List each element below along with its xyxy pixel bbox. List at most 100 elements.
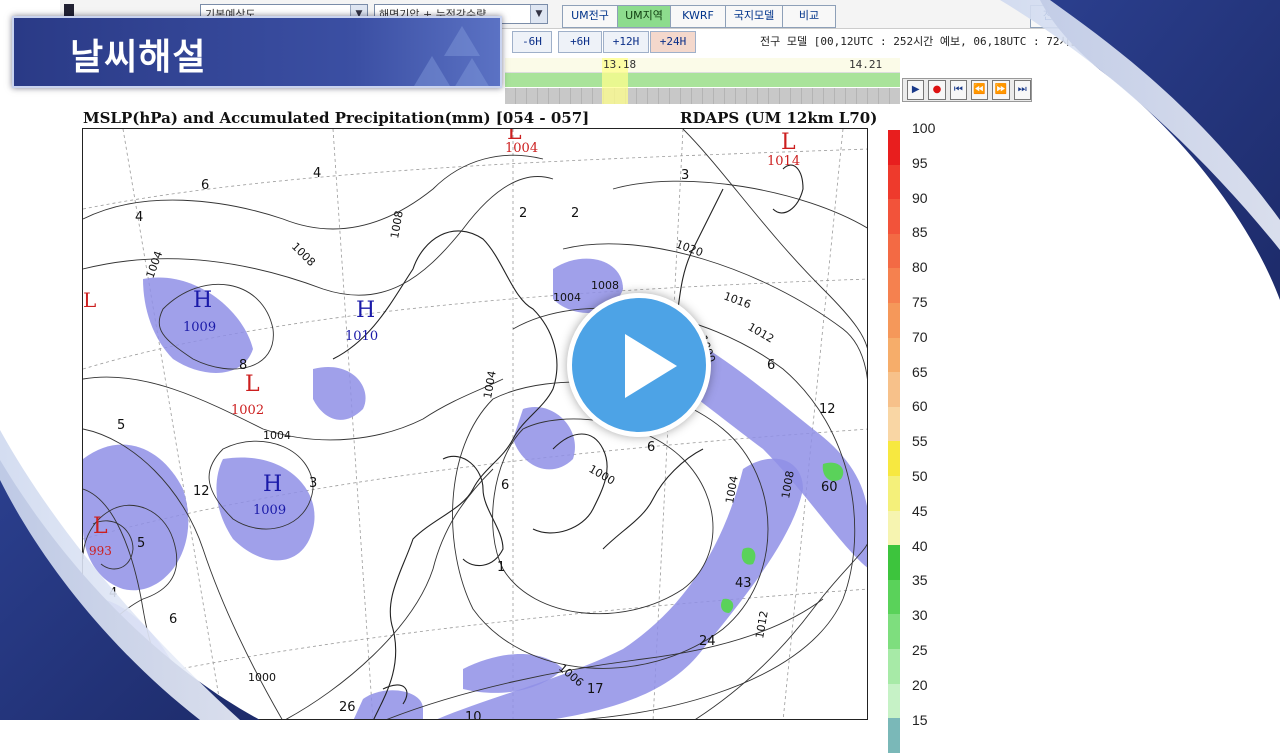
precip-label: 5 [137, 536, 145, 551]
hour-plus6-button[interactable]: +6H [558, 31, 602, 53]
colorbar-label: 25 [912, 642, 928, 658]
badge-decoration [444, 26, 480, 56]
previous-frame-icon[interactable]: ⏪ [970, 80, 989, 100]
badge-title: 날씨해설 [70, 37, 207, 78]
chevron-down-icon[interactable]: ▼ [530, 5, 547, 23]
colorbar-segment [888, 233, 900, 269]
colorbar-segment [888, 302, 900, 338]
colorbar-segment [888, 406, 900, 442]
isobar-label: 1004 [263, 429, 291, 442]
badge-decoration [414, 56, 450, 86]
colorbar-segment [888, 475, 900, 511]
colorbar-label: 100 [912, 120, 936, 136]
colorbar-segment [888, 441, 900, 476]
colorbar-segment [888, 268, 900, 303]
hour-plus24-button[interactable]: +24H [650, 31, 696, 53]
colorbar-label: 80 [912, 259, 928, 276]
colorbar-label: 90 [912, 189, 928, 206]
timeline-labels [505, 58, 900, 73]
colorbar-segment [888, 579, 900, 615]
pressure-center-value: 1002 [231, 403, 264, 418]
precip-label: 24 [699, 634, 716, 649]
forecast-timeline[interactable]: 13.18 14.21 [505, 58, 900, 104]
colorbar-segment [888, 510, 900, 546]
isobar-label: 1016 [722, 290, 753, 312]
model-button-local[interactable]: 국지모델 [725, 5, 783, 28]
precipitation-colorbar [888, 130, 900, 753]
timeline-steps[interactable] [505, 88, 900, 104]
pressure-center-value: 1014 [767, 154, 800, 169]
pressure-center-letter: L [781, 130, 796, 155]
precip-label: 6 [201, 178, 209, 193]
model-button-um-global[interactable]: UM전구 [562, 5, 618, 28]
precip-label: 10 [465, 710, 482, 720]
precip-label: 6 [647, 440, 655, 455]
precip-label: 4 [135, 210, 143, 225]
compare-right-button[interactable]: 진선비교 [1030, 5, 1096, 28]
precip-label: 4 [313, 166, 321, 181]
colorbar-segment [888, 718, 900, 753]
colorbar-label: 85 [912, 224, 928, 241]
precip-label: 26 [339, 700, 356, 715]
animation-controls: ▶ ● ⏮ ⏪ ⏩ ⏭ [902, 78, 1032, 102]
menu-toggle-icon[interactable] [64, 4, 74, 16]
pressure-center-letter: L [93, 514, 108, 539]
precip-label: 17 [587, 682, 604, 697]
video-play-button[interactable] [567, 293, 711, 437]
precip-label: 6 [501, 478, 509, 493]
pressure-center-value: 1010 [345, 329, 378, 344]
first-frame-icon[interactable]: ⏮ [949, 80, 967, 100]
colorbar-segment [888, 545, 900, 580]
precip-label: 1 [497, 560, 505, 575]
isobar-label: 1008 [289, 240, 318, 269]
isobar-label: 1004 [481, 370, 499, 400]
model-name-title: RDAPS (UM 12km L70) [680, 109, 878, 127]
colorbar-segment [888, 164, 900, 200]
precip-label: 43 [735, 576, 752, 591]
colorbar-segment [888, 648, 900, 684]
hour-plus12-button[interactable]: +12H [603, 31, 649, 53]
precip-label: 2 [571, 206, 579, 221]
pressure-center-letter: L [83, 288, 96, 312]
isobar-label: 1008 [591, 279, 619, 292]
pressure-center-letter: L [245, 372, 260, 397]
hour-minus6-button[interactable]: -6H [512, 31, 552, 53]
last-frame-icon[interactable]: ⏭ [1013, 80, 1031, 100]
colorbar-label: 55 [912, 433, 928, 450]
model-button-um-regional[interactable]: UM지역 [617, 5, 671, 28]
isobar-label: 1012 [753, 610, 771, 640]
play-icon[interactable]: ▶ [907, 80, 925, 100]
precip-label: 3 [681, 168, 689, 183]
colorbar-segment [888, 337, 900, 373]
colorbar-segment [888, 130, 900, 165]
model-button-compare[interactable]: 비교 [782, 5, 836, 28]
model-button-kwrf[interactable]: KWRF [670, 5, 726, 28]
colorbar-label: 75 [912, 294, 928, 310]
model-info-text: 전구 모델 [00,12UTC : 252시간 예보, 06,18UTC : 7… [760, 35, 1080, 48]
precip-label: 60 [821, 480, 838, 495]
colorbar-label: 40 [912, 537, 928, 554]
timeline-label-right: 14.21 [849, 58, 883, 71]
colorbar-label: 65 [912, 363, 928, 380]
isobar-label: 1008 [388, 210, 406, 240]
pressure-center-letter: H [193, 288, 212, 313]
stop-icon[interactable]: ● [928, 80, 946, 100]
precipitation-labels: 6 4 4 2 6 8 5 12 3 2 6 12 60 43 24 17 26… [109, 166, 838, 720]
precip-label: 3 [309, 476, 317, 491]
isobar-label: 1004 [144, 249, 166, 280]
precip-label: 5 [117, 418, 125, 433]
isobar-label: 1004 [553, 291, 581, 304]
colorbar-label: 45 [912, 502, 928, 519]
pressure-center-letter: H [356, 298, 375, 323]
precip-label: 12 [819, 402, 836, 417]
timeline-available-bar[interactable] [505, 73, 900, 87]
pressure-center-value: 1004 [505, 141, 538, 156]
weather-map[interactable]: H 1009 H 1010 L 1002 H 1009 L 1004 L 101… [82, 128, 868, 720]
next-frame-icon[interactable]: ⏩ [992, 80, 1010, 100]
isobar-label: 1012 [746, 320, 777, 345]
pressure-center-letter: H [263, 472, 282, 497]
colorbar-segment [888, 199, 900, 234]
precip-label: 6 [767, 358, 775, 373]
precip-label: 12 [193, 484, 210, 499]
colorbar-segment [888, 683, 900, 719]
